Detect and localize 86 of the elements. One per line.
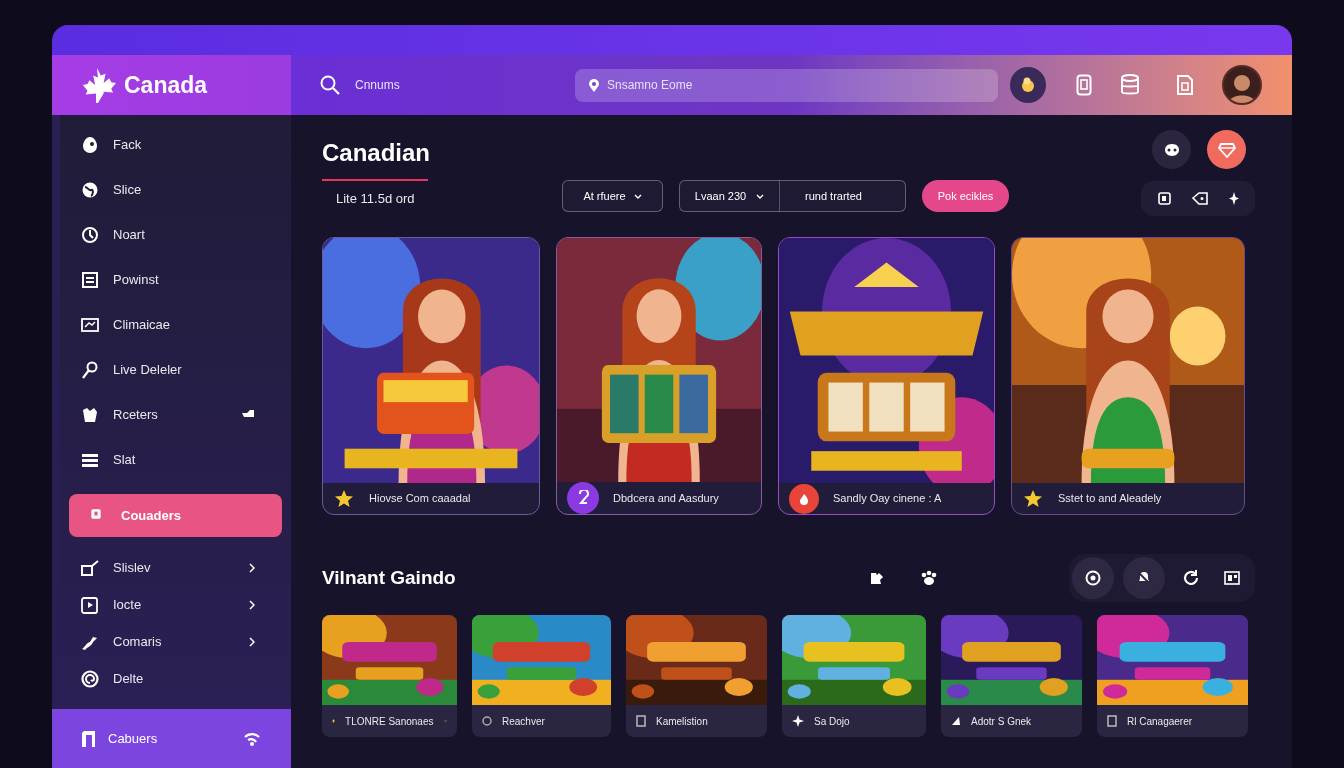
face-mask-icon [1163, 142, 1180, 157]
monitor-icon [81, 315, 99, 334]
sort-dropdown[interactable]: At rfuere [562, 180, 663, 212]
game-tile[interactable]: Rl Canagaerer [1097, 615, 1248, 737]
page-title: Canadian [322, 138, 432, 168]
wifi-icon [243, 731, 261, 747]
gem-icon [1217, 141, 1236, 158]
subtitle: Lite 11.5d ord [336, 190, 416, 208]
game-caption: Sa Dojo [814, 714, 850, 729]
game-caption: Dbdcera and Aasdury [613, 490, 719, 506]
file-icon[interactable] [1176, 74, 1194, 96]
sparkle-icon [792, 715, 804, 727]
sidebar-item[interactable]: Rceters [60, 392, 291, 437]
game-caption: TLONRE Sanonaes [345, 714, 434, 729]
sidebar-item[interactable]: Slat [60, 437, 291, 482]
chevron-right-icon [249, 562, 255, 573]
game-tile[interactable]: Reachver [472, 615, 611, 737]
filter-button[interactable]: Pok ecikles [922, 180, 1009, 212]
book-icon [80, 729, 96, 749]
square-icon [1107, 715, 1117, 727]
puzzle-icon[interactable] [870, 571, 884, 585]
range-dropdown[interactable]: Lvaan 230 [680, 181, 780, 211]
star-icon [334, 488, 354, 509]
sidebar-item[interactable]: Powinst [60, 257, 291, 302]
document-icon[interactable] [1076, 74, 1092, 96]
circle-icon [482, 716, 492, 726]
game-tile[interactable]: TLONRE Sanonaes [322, 615, 457, 737]
square-icon[interactable] [1157, 192, 1171, 205]
gift-button[interactable] [1207, 130, 1246, 169]
coin-icon [1085, 570, 1101, 586]
chevron-right-icon [249, 636, 255, 647]
sidebar-item[interactable]: Iocte [60, 586, 291, 623]
triangle-icon [951, 716, 961, 726]
game-caption: Rl Canagaerer [1127, 714, 1193, 729]
flame-icon [789, 483, 819, 514]
game-card[interactable]: Sstet to and Aleadely [1011, 237, 1245, 515]
refresh-icon[interactable] [1182, 569, 1200, 587]
sidebar-item[interactable]: Live Deleler [60, 347, 291, 392]
play-icon [81, 595, 99, 614]
pin-icon [81, 360, 99, 379]
square-icon [89, 506, 103, 521]
game-tile[interactable]: Adotr S Gnek [941, 615, 1082, 737]
sidebar-item[interactable]: Fack [60, 122, 291, 167]
board-icon [81, 270, 99, 289]
game-caption: Reachver [502, 714, 545, 729]
paw-icon[interactable] [920, 570, 938, 586]
bell-button[interactable] [1123, 557, 1165, 599]
location-pin-icon [588, 78, 600, 93]
clock-icon [81, 225, 99, 244]
game-caption: Adotr S Gnek [971, 714, 1032, 729]
chevron-right-icon [249, 599, 255, 610]
game-caption: Hiovse Com caaadal [369, 491, 471, 507]
status-filter[interactable]: rund trarted [805, 187, 862, 205]
egg-icon [81, 135, 99, 154]
section-label: Cnnums [355, 77, 401, 94]
database-icon[interactable] [1120, 74, 1140, 96]
user-avatar[interactable] [1222, 65, 1262, 105]
chevron-down-icon [756, 193, 765, 199]
game-caption: Sandly Oay cinene : A [833, 491, 942, 507]
square-icon [636, 715, 646, 727]
chevron-down-icon [633, 193, 642, 199]
chicken-button[interactable] [1010, 67, 1046, 103]
coin-button[interactable] [1072, 557, 1114, 599]
game-caption: Kamelistion [656, 714, 708, 729]
game-tile[interactable]: Kamelistion [626, 615, 767, 737]
search-icon[interactable] [319, 74, 341, 96]
game-tile[interactable]: Sa Dojo [782, 615, 926, 737]
chat-button[interactable] [1152, 130, 1191, 169]
chick-icon [1019, 76, 1037, 94]
sidebar-item[interactable]: Slislev [60, 549, 291, 586]
sidebar-item[interactable]: Delte [60, 660, 291, 697]
sidebar-item[interactable]: Climaicae [60, 302, 291, 347]
section-title: Vilnant Gaindo [322, 565, 457, 590]
game-card[interactable]: Hiovse Com caaadal [322, 237, 540, 515]
game-caption: Sstet to and Aleadely [1058, 491, 1162, 507]
star-icon [1023, 488, 1043, 509]
tag-icon[interactable] [1191, 192, 1208, 205]
layout-icon[interactable] [1224, 571, 1240, 585]
sidebar-item[interactable]: Noart [60, 212, 291, 257]
sidebar-footer-item[interactable]: Cabuers [52, 709, 291, 768]
globe-icon [81, 180, 99, 199]
sidebar-item[interactable]: Comaris [60, 623, 291, 660]
sidebar-item[interactable]: Slice [60, 167, 291, 212]
game-card[interactable]: Sandly Oay cinene : A [778, 237, 995, 515]
game-card[interactable]: Dbdcera and Aasdury [556, 237, 762, 515]
sparkle-icon[interactable] [1228, 192, 1239, 205]
